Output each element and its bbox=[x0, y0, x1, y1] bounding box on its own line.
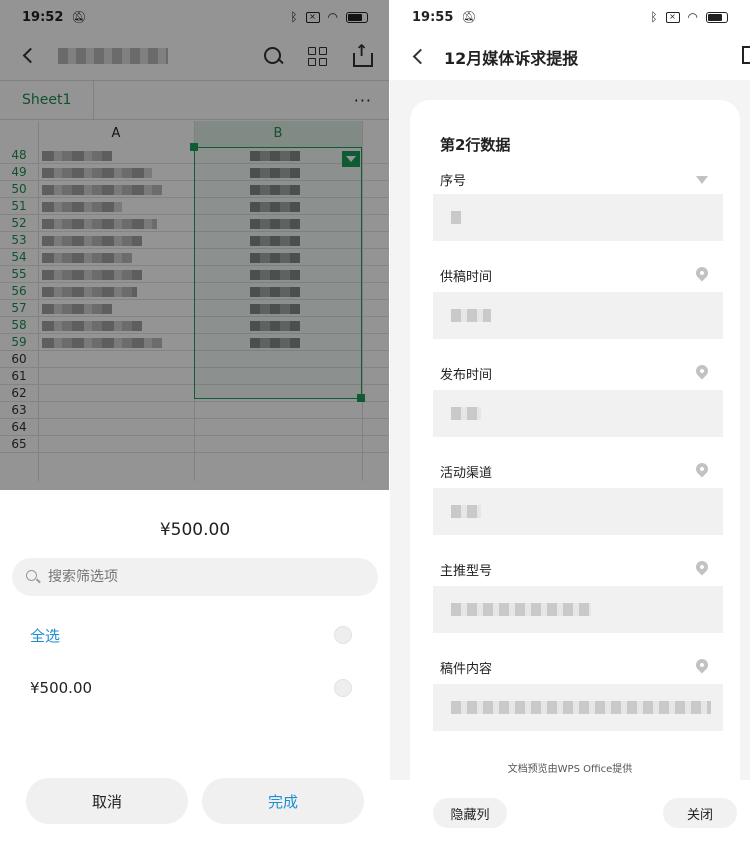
status-time: 19:55 bbox=[412, 9, 454, 25]
close-button[interactable]: 关闭 bbox=[663, 798, 737, 828]
cancel-button[interactable]: 取消 bbox=[26, 778, 188, 824]
field-label: 供稿时间 bbox=[440, 270, 493, 285]
radio-button[interactable] bbox=[334, 679, 352, 697]
field-label: 发布时间 bbox=[440, 368, 493, 383]
field-value-box bbox=[433, 194, 723, 241]
field-label: 稿件内容 bbox=[440, 662, 493, 677]
location-pin-icon[interactable] bbox=[693, 362, 711, 380]
sim-icon: × bbox=[665, 11, 680, 23]
bluetooth-icon: ᛒ bbox=[650, 10, 658, 24]
right-screen: 19:55 🔕︎ ᛒ × ◠ 12月媒体诉求提报 第2行数据 序号 供稿时间 发… bbox=[390, 0, 750, 847]
status-bar: 19:55 🔕︎ ᛒ × ◠ bbox=[390, 0, 750, 34]
option-select-all[interactable]: 全选 bbox=[30, 620, 352, 650]
field-value-box bbox=[433, 390, 723, 437]
field-value-box bbox=[433, 488, 723, 535]
option-label: 全选 bbox=[30, 626, 61, 645]
field-label: 活动渠道 bbox=[440, 466, 493, 481]
search-icon bbox=[26, 570, 40, 584]
card-title: 第2行数据 bbox=[440, 136, 511, 154]
location-pin-icon[interactable] bbox=[693, 460, 711, 478]
left-screen: 19:52 🔕︎ ᛒ × ◠ Sheet1 ··· A B 4849505152… bbox=[0, 0, 390, 847]
location-pin-icon[interactable] bbox=[693, 656, 711, 674]
location-pin-icon[interactable] bbox=[693, 558, 711, 576]
location-pin-icon[interactable] bbox=[693, 264, 711, 282]
back-icon[interactable] bbox=[408, 46, 430, 68]
done-button[interactable]: 完成 bbox=[202, 778, 364, 824]
chevron-down-icon[interactable] bbox=[696, 176, 708, 184]
top-toolbar: 12月媒体诉求提报 bbox=[390, 34, 750, 80]
hide-columns-button[interactable]: 隐藏列 bbox=[433, 798, 507, 828]
battery-icon bbox=[706, 11, 728, 23]
wifi-icon: ◠ bbox=[687, 10, 698, 24]
filter-search-input[interactable] bbox=[48, 569, 348, 585]
field-label: 序号 bbox=[440, 174, 467, 189]
mute-icon: 🔕︎ bbox=[461, 10, 477, 24]
bottom-bar: 隐藏列 关闭 bbox=[390, 780, 750, 847]
field-value-box bbox=[433, 292, 723, 339]
option-label: ¥500.00 bbox=[30, 679, 93, 697]
radio-button[interactable] bbox=[334, 626, 352, 644]
field-label: 主推型号 bbox=[440, 564, 493, 579]
row-data-card: 第2行数据 序号 供稿时间 发布时间 活动渠道 主推型号 稿件内容 bbox=[410, 100, 740, 780]
page-title: 12月媒体诉求提报 bbox=[444, 49, 579, 68]
filter-bottom-sheet: ¥500.00 全选 ¥500.00 取消 完成 bbox=[0, 490, 390, 847]
field-value-box bbox=[433, 684, 723, 731]
option-value[interactable]: ¥500.00 bbox=[30, 673, 352, 703]
wps-provider-note: 文档预览由WPS Office提供 bbox=[507, 764, 633, 775]
filter-search-box[interactable] bbox=[12, 558, 378, 596]
dim-overlay[interactable] bbox=[0, 0, 390, 490]
share-icon[interactable] bbox=[742, 46, 750, 64]
field-value-box bbox=[433, 586, 723, 633]
filter-title: ¥500.00 bbox=[159, 520, 231, 540]
